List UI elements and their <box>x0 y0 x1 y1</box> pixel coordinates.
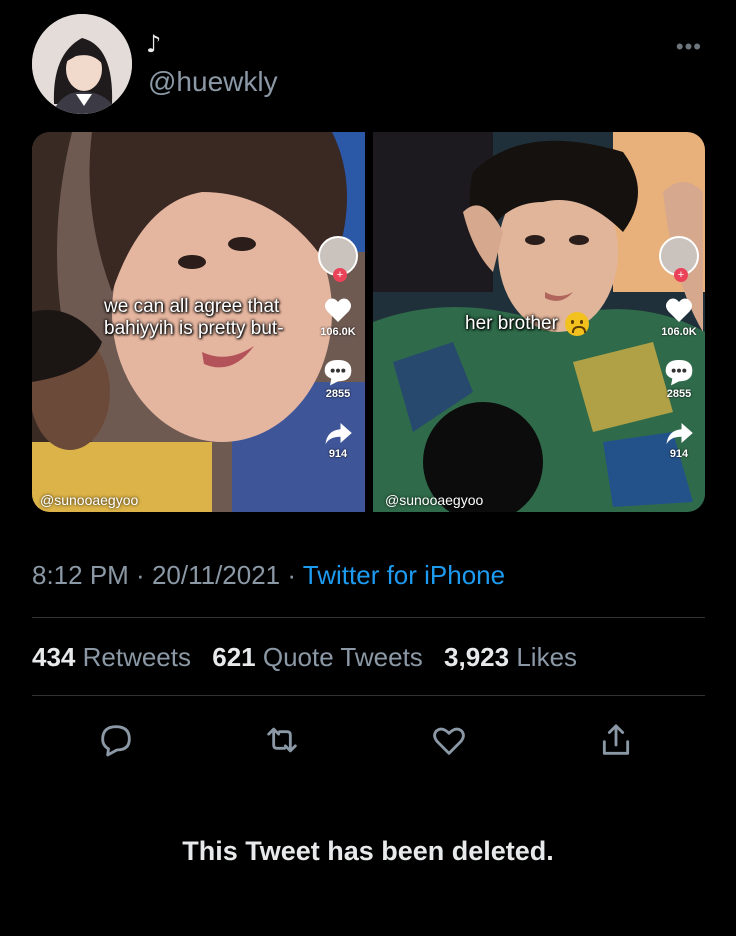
quote-tweets-stat[interactable]: 621 Quote Tweets <box>212 642 423 672</box>
quote-tweets-count: 621 <box>212 642 256 672</box>
reply-button[interactable] <box>96 720 136 760</box>
share-count-left: 914 <box>328 448 348 460</box>
engagement-stats: 434 Retweets 621 Quote Tweets 3,923 Like… <box>32 642 591 673</box>
tiktok-comment-icon <box>665 360 693 386</box>
video-caption-right-text: her brother <box>465 313 558 335</box>
retweets-count: 434 <box>32 642 76 672</box>
comment-count-right: 2855 <box>666 388 692 400</box>
tweet-media[interactable]: we can all agree that bahiyyih is pretty… <box>32 132 705 512</box>
tweet-client-link[interactable]: Twitter for iPhone <box>303 560 505 590</box>
likes-label: Likes <box>509 642 578 672</box>
tiktok-comment-icon <box>324 360 352 386</box>
divider <box>32 695 705 696</box>
quote-tweets-label: Quote Tweets <box>255 642 423 672</box>
creator-avatar-icon: + <box>659 236 699 282</box>
avatar-image <box>32 14 132 114</box>
tiktok-sidebar-right: + 106.0K 2855 914 <box>654 236 704 460</box>
weary-face-icon <box>565 312 590 336</box>
follow-plus-icon: + <box>333 268 347 282</box>
watermark-right: @sunooaegyoo <box>385 492 484 508</box>
comment-count-left: 2855 <box>325 388 351 400</box>
watermark-left: @sunooaegyoo <box>40 492 139 508</box>
display-name[interactable]: ♪ <box>146 30 161 58</box>
tweet-timestamp: 8:12 PM · 20/11/2021 · Twitter for iPhon… <box>32 560 505 591</box>
video-caption-right: her brother <box>465 312 590 336</box>
separator: · <box>128 560 152 590</box>
like-button[interactable] <box>429 720 469 760</box>
share-button[interactable] <box>596 720 636 760</box>
like-count-right: 106.0K <box>661 326 697 338</box>
deleted-tweet-notice: This Tweet has been deleted. <box>182 836 554 866</box>
share-count-right: 914 <box>669 448 689 460</box>
likes-count: 3,923 <box>444 642 510 672</box>
more-options-icon[interactable]: ••• <box>676 34 702 60</box>
retweets-stat[interactable]: 434 Retweets <box>32 642 191 672</box>
share-icon <box>602 724 630 755</box>
username-handle[interactable]: @huewkly <box>148 66 278 98</box>
retweets-label: Retweets <box>75 642 191 672</box>
avatar[interactable] <box>32 14 132 114</box>
video-caption-left: we can all agree that bahiyyih is pretty… <box>104 296 284 339</box>
like-count-left: 106.0K <box>320 326 356 338</box>
tweet-time[interactable]: 8:12 PM <box>32 560 129 590</box>
likes-stat[interactable]: 3,923 Likes <box>444 642 577 672</box>
retweet-button[interactable] <box>262 720 302 760</box>
divider <box>32 617 705 618</box>
tiktok-heart-icon <box>324 298 352 322</box>
tiktok-share-icon <box>325 423 352 445</box>
retweet-icon <box>267 727 297 753</box>
reply-icon <box>101 725 131 757</box>
tiktok-sidebar-left: + 106.0K 2855 914 <box>313 236 363 460</box>
separator: · <box>280 560 303 590</box>
media-image-right[interactable]: her brother + 106.0K 2855 914 @sunooaegy… <box>373 132 705 512</box>
tweet-date[interactable]: 20/11/2021 <box>152 560 280 590</box>
media-image-left[interactable]: we can all agree that bahiyyih is pretty… <box>32 132 365 512</box>
tiktok-heart-icon <box>665 298 693 322</box>
creator-avatar-icon: + <box>318 236 358 282</box>
tiktok-share-icon <box>666 423 693 445</box>
like-icon <box>433 727 465 755</box>
follow-plus-icon: + <box>674 268 688 282</box>
